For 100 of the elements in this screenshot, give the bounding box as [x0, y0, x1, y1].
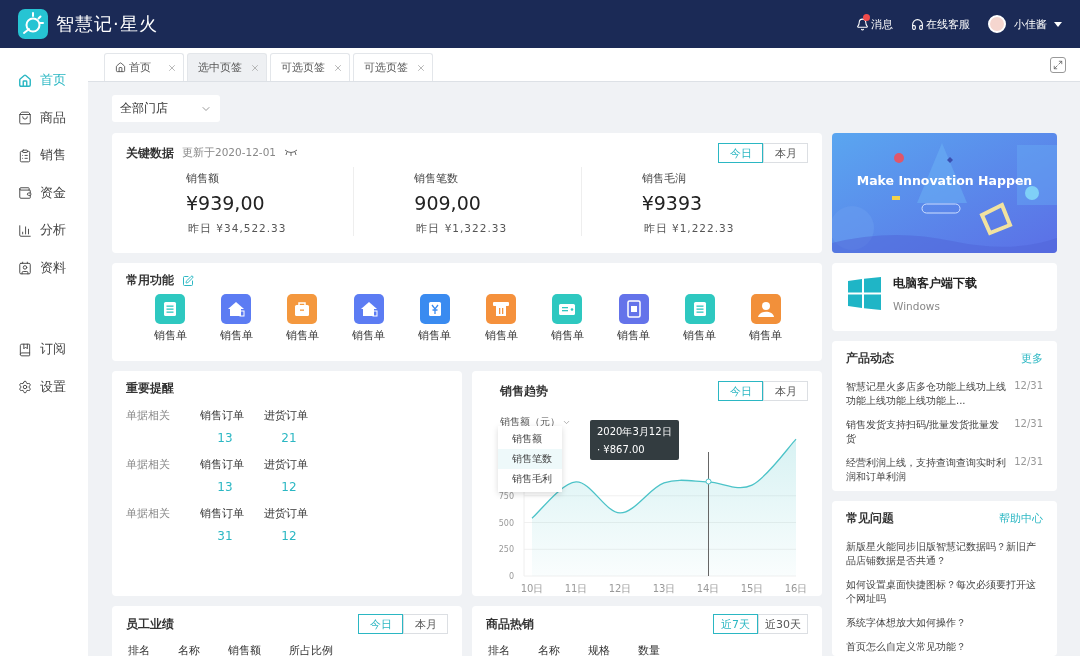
menu-item[interactable]: 销售笔数: [498, 449, 562, 469]
page-tab[interactable]: 选中页签: [187, 53, 267, 81]
news-item[interactable]: 经营利润上线，支持查询查询实时利润和订单利润: [846, 456, 1007, 484]
sidebar-item[interactable]: 资料: [0, 249, 88, 287]
column-label: 进货订单: [264, 457, 309, 472]
range-tab[interactable]: 本月: [403, 614, 448, 634]
news-item[interactable]: 销售发货支持扫码/批量发货批量发货: [846, 418, 1007, 446]
avatar: [988, 15, 1006, 33]
column-label: 进货订单: [264, 408, 309, 423]
update-date: 更新于2020-12-01: [182, 146, 277, 160]
menu-item[interactable]: 销售额: [498, 429, 562, 449]
fullscreen-button[interactable]: [1050, 56, 1066, 73]
close-icon[interactable]: [167, 62, 177, 73]
card-title: 常用功能: [126, 273, 174, 288]
axis-tick-label: 12日: [608, 583, 632, 594]
card-title: 产品动态: [846, 351, 894, 366]
header-link[interactable]: 在线客服: [911, 16, 970, 32]
windows-logo-icon: [848, 277, 881, 310]
column-label: 进货订单: [264, 506, 309, 521]
column-header: 名称: [178, 643, 200, 656]
shortcut-item[interactable]: 销售单: [671, 294, 728, 343]
card-title: 商品热销: [486, 616, 534, 632]
shortcut-item[interactable]: 销售单: [539, 294, 596, 343]
close-icon[interactable]: [333, 62, 343, 73]
metric-value: ¥939,00: [186, 192, 266, 214]
sidebar-item[interactable]: 订阅: [0, 331, 88, 369]
shortcut-item[interactable]: 销售单: [340, 294, 397, 343]
store-select[interactable]: 全部门店: [112, 95, 220, 122]
metric-label: 销售笔数: [414, 171, 460, 186]
faq-item[interactable]: 如何设置桌面快捷图标？每次必须要打开这个网址吗: [846, 578, 1043, 606]
card-title: 销售趋势: [500, 383, 548, 399]
card-title: 重要提醒: [126, 381, 175, 396]
news-item[interactable]: 智慧记星火多店多仓功能上线功上线功能上线功能上线功能上...: [846, 380, 1007, 408]
banner-headline: Make Innovation Happen: [855, 173, 1034, 188]
bar-chart-icon: [18, 223, 32, 238]
column-header: 所占比例: [289, 643, 333, 656]
contact-card-icon: [18, 261, 32, 276]
axis-tick-label: 13日: [652, 583, 676, 594]
page-tab[interactable]: 首页: [104, 53, 184, 81]
close-icon[interactable]: [416, 62, 426, 73]
axis-tick-label: 500: [498, 518, 514, 528]
user-menu[interactable]: 小佳酱: [988, 15, 1062, 33]
sidebar-item[interactable]: 资金: [0, 174, 88, 212]
platform-label: Windows: [893, 300, 941, 312]
metric-value: 909,00: [414, 192, 482, 214]
caret-icon: [1054, 21, 1062, 27]
close-icon[interactable]: [250, 62, 260, 73]
axis-tick-label: 750: [498, 491, 514, 501]
shortcut-item[interactable]: 销售单: [605, 294, 662, 343]
card-title: 员工业绩: [126, 616, 174, 632]
news-date: 12/31: [1014, 380, 1043, 393]
clipboard-icon: [18, 148, 32, 163]
page-tab[interactable]: 可选页签: [353, 53, 433, 81]
faq-item[interactable]: 新版星火能同步旧版智慧记数据吗？新旧产品店铺数据是否共通？: [846, 540, 1043, 568]
sidebar-item[interactable]: 设置: [0, 368, 88, 406]
news-date: 12/31: [1014, 456, 1043, 469]
metric-yesterday: 昨日 ¥34,522.33: [188, 222, 288, 236]
download-title[interactable]: 电脑客户端下载: [893, 275, 977, 292]
shortcut-item[interactable]: 销售单: [142, 294, 198, 343]
shortcut-item[interactable]: 销售单: [208, 294, 265, 343]
card-title: 常见问题: [846, 511, 894, 526]
shortcut-item[interactable]: 销售单: [274, 294, 331, 343]
shortcut-item[interactable]: 销售单: [473, 294, 530, 343]
column-header: 销售额: [228, 643, 261, 656]
range-tab[interactable]: 近30天: [758, 614, 808, 634]
header-link[interactable]: 消息: [856, 16, 893, 32]
page-tab[interactable]: 可选页签: [270, 53, 350, 81]
metric-value: ¥9393: [641, 192, 704, 214]
news-date: 12/31: [1014, 418, 1043, 431]
axis-tick-label: 14日: [696, 583, 720, 594]
sidebar-item[interactable]: 商品: [0, 99, 88, 137]
shortcut-item[interactable]: 销售单: [406, 294, 463, 343]
tooltip-date: 2020年3月12日: [597, 424, 672, 439]
brand-name: 智慧记·星火: [56, 12, 158, 36]
home-icon: [115, 62, 126, 73]
row-label: 单据相关: [126, 457, 171, 472]
faq-item[interactable]: 系统字体想放大如何操作？: [846, 616, 1043, 630]
edit-icon[interactable]: [182, 274, 194, 287]
sidebar-item[interactable]: 分析: [0, 212, 88, 250]
column-header: 数量: [638, 643, 660, 656]
range-tab[interactable]: 本月: [763, 143, 808, 163]
menu-item[interactable]: 销售毛利: [498, 469, 562, 489]
faq-item[interactable]: 首页怎么自定义常见功能？: [846, 640, 1043, 654]
metric-yesterday: 昨日 ¥1,222.33: [643, 222, 736, 236]
row-label: 单据相关: [126, 408, 171, 423]
column-header: 排名: [488, 643, 510, 656]
column-header: 规格: [588, 643, 610, 656]
bookmark-icon: [18, 342, 32, 357]
range-tab[interactable]: 本月: [763, 381, 808, 401]
hover-point: [705, 478, 712, 486]
sidebar-item[interactable]: 销售: [0, 137, 88, 175]
eye-closed-icon: [284, 149, 299, 157]
bell-icon: [856, 17, 869, 31]
axis-tick-label: 11日: [564, 583, 588, 594]
row-label: 单据相关: [126, 506, 171, 521]
column-header: 名称: [538, 643, 560, 656]
axis-tick-label: 15日: [740, 583, 764, 594]
shortcut-item[interactable]: 销售单: [737, 294, 794, 343]
axis-tick-label: 10日: [520, 583, 544, 594]
home-icon: [18, 73, 32, 88]
